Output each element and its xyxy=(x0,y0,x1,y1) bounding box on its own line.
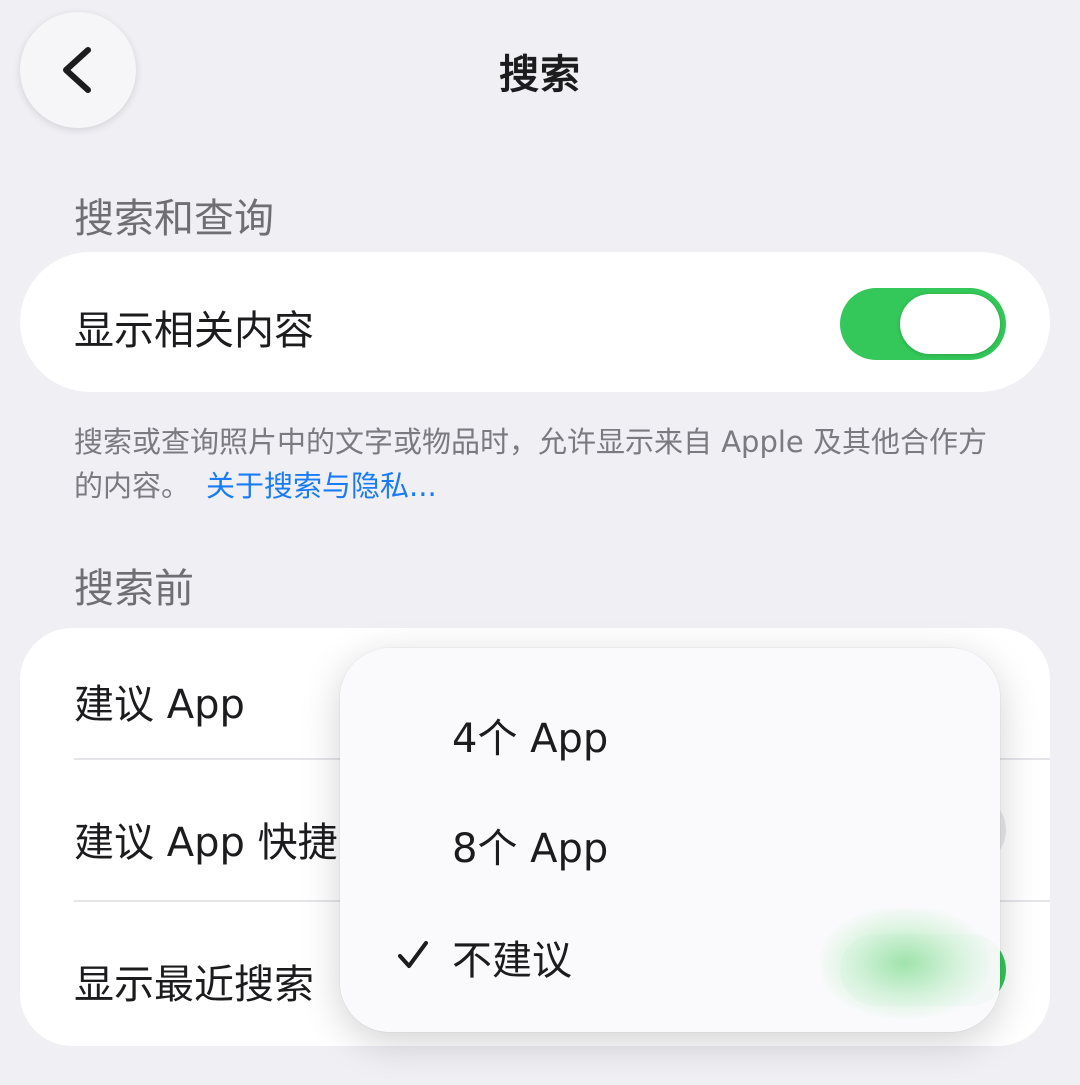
menu-item-no-suggestions[interactable]: 不建议 xyxy=(452,928,572,986)
background-blur xyxy=(820,908,990,1018)
row-label-show-related-content: 显示相关内容 xyxy=(74,308,314,354)
section-header-search-query: 搜索和查询 xyxy=(74,196,274,242)
about-search-privacy-link[interactable]: 关于搜索与隐私... xyxy=(206,469,437,503)
section-footer: 搜索或查询照片中的文字或物品时，允许显示来自 Apple 及其他合作方的内容。关… xyxy=(74,420,1004,508)
page-title: 搜索 xyxy=(499,52,581,98)
suggest-app-shortcuts-row[interactable]: 建议 App 快捷 xyxy=(74,810,338,868)
menu-item-4-apps[interactable]: 4个 App xyxy=(452,706,608,764)
checkmark-icon xyxy=(398,941,428,968)
menu-item-8-apps[interactable]: 8个 App xyxy=(452,816,608,874)
settings-card-search-query: 显示相关内容 xyxy=(20,252,1050,392)
show-recent-searches-row[interactable]: 显示最近搜索 xyxy=(74,952,314,1010)
section-header-before-search: 搜索前 xyxy=(74,566,194,612)
suggest-apps-row[interactable]: 建议 App xyxy=(74,672,245,730)
toggle-knob xyxy=(900,294,1000,354)
show-related-content-toggle[interactable] xyxy=(840,288,1006,360)
suggest-apps-popup-menu: 4个 App 8个 App 不建议 xyxy=(340,648,1000,1032)
